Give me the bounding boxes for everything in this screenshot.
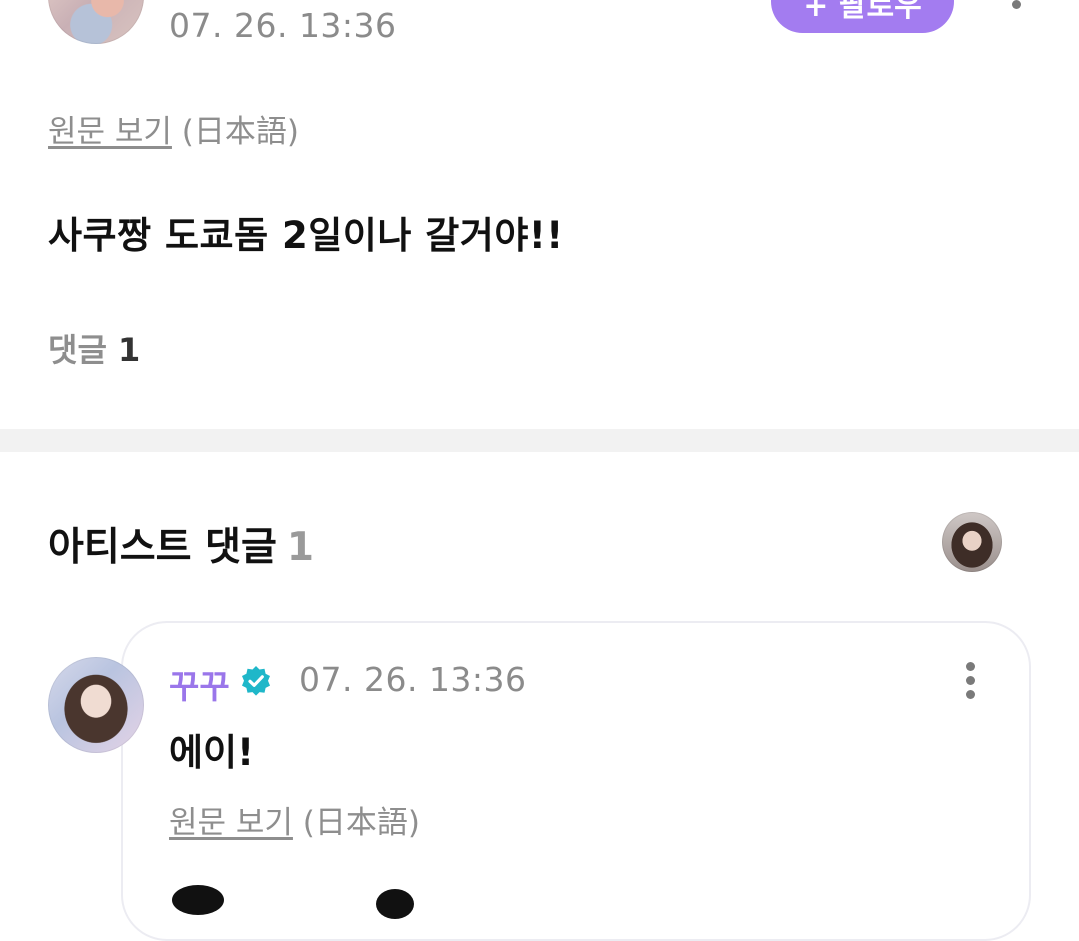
artist-comments-title: 아티스트 댓글: [48, 525, 277, 570]
post-body-text: 사쿠짱 도쿄돔 2일이나 갈거야!!: [48, 214, 564, 257]
post-timestamp: 07. 26. 13:36: [169, 6, 397, 45]
view-original-label[interactable]: 원문 보기: [48, 114, 172, 150]
artist-comments-count: 1: [286, 525, 314, 570]
artist-avatar-small[interactable]: [942, 512, 1002, 572]
comment-count-value: 1: [118, 331, 141, 369]
artist-name[interactable]: 꾸꾸: [169, 660, 230, 708]
follow-button[interactable]: + 팔로우: [771, 0, 954, 33]
like-icon[interactable]: [172, 885, 224, 915]
artist-comments-heading: 아티스트 댓글 1: [48, 516, 314, 572]
reply-icon[interactable]: [376, 889, 414, 919]
comment-count[interactable]: 댓글 1: [48, 325, 140, 371]
reply-timestamp: 07. 26. 13:36: [299, 660, 527, 699]
reply-text: 에이!: [169, 731, 254, 774]
verified-badge-icon: [242, 666, 270, 696]
comment-label: 댓글: [48, 331, 107, 369]
original-language: (日本語): [181, 114, 299, 150]
reply-view-original-label[interactable]: 원문 보기: [169, 805, 293, 841]
reply-original-language: (日本語): [302, 805, 420, 841]
post-more-options-icon[interactable]: [1000, 0, 1034, 32]
artist-avatar[interactable]: [48, 657, 144, 753]
post-author-avatar[interactable]: [48, 0, 144, 44]
reply-view-original-link[interactable]: 원문 보기 (日本語): [169, 797, 420, 842]
view-original-link[interactable]: 원문 보기 (日本語): [48, 106, 299, 151]
section-divider: [0, 429, 1079, 452]
reply-more-options-icon[interactable]: [956, 660, 986, 702]
